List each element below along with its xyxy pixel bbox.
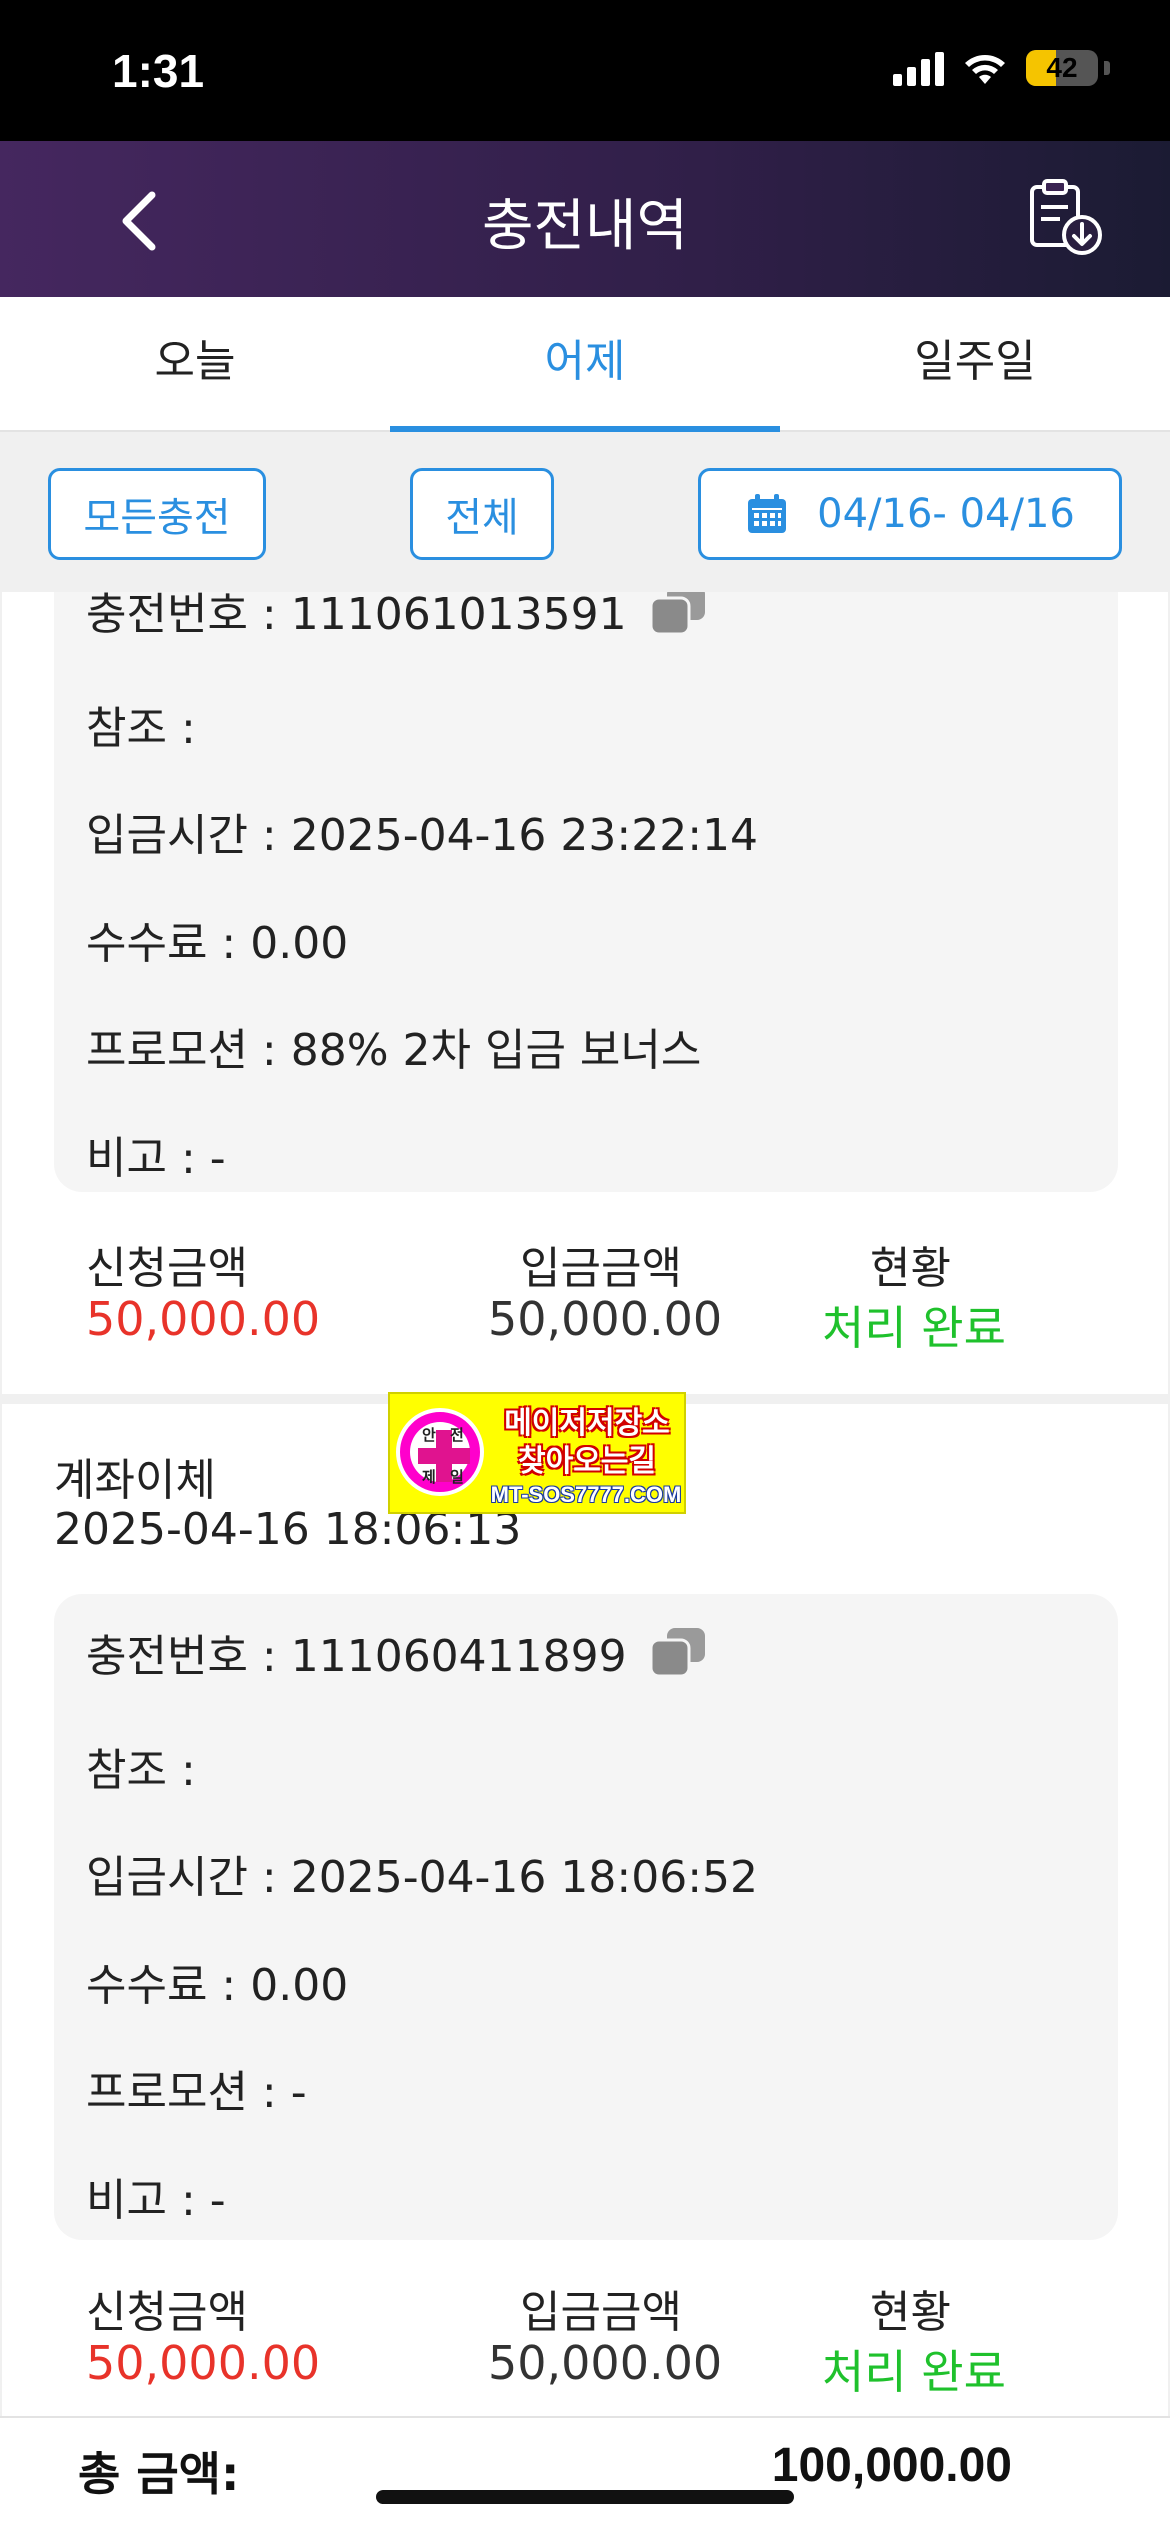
home-indicator[interactable] <box>376 2490 794 2504</box>
banner-logo-char: 안 <box>422 1426 436 1444</box>
banner-logo: 안 전 제 일 <box>396 1408 484 1496</box>
clipboard-download-icon <box>1030 179 1102 255</box>
status-filter-label: 전체 <box>445 495 519 541</box>
status-value: 처리 완료 <box>822 1301 1006 1355</box>
date-range-label: 04/16- 04/16 <box>817 491 1075 537</box>
overlay-banner[interactable]: 안 전 제 일 메이저저장소 찾아오는길 MT-SOS7777.COM <box>388 1392 686 1514</box>
reference: 참조 : <box>86 1745 196 1796</box>
tab-yesterday[interactable]: 어제 <box>390 297 780 432</box>
request-amount-label: 신청금액 <box>86 2287 248 2338</box>
request-amount-value: 50,000.00 <box>86 2336 321 2390</box>
copy-icon[interactable] <box>647 1626 707 1678</box>
total-value: 100,000.00 <box>771 2439 1012 2492</box>
date-range-picker[interactable]: 04/16- 04/16 <box>698 468 1122 560</box>
charge-number: 충전번호 : 111061013591 <box>86 592 707 642</box>
tab-today[interactable]: 오늘 <box>0 297 390 430</box>
battery-level: 42 <box>1046 52 1078 83</box>
promotion: 프로모션 : - <box>86 2067 307 2118</box>
charge-record: 계좌이체 2025-04-16 18:06:13 충전번호 : 11106041… <box>2 1404 1168 2416</box>
calendar-icon <box>748 494 787 533</box>
note: 비고 : - <box>86 1133 226 1184</box>
copy-icon[interactable] <box>647 592 707 636</box>
banner-logo-char: 제 <box>422 1468 436 1486</box>
banner-logo-char: 전 <box>450 1426 464 1444</box>
deposit-time: 입금시간 : 2025-04-16 23:22:14 <box>86 810 759 861</box>
record-details: 충전번호 : 111061013591 참조 : 입금시간 : 2025-04-… <box>54 592 1118 1192</box>
fee: 수수료 : 0.00 <box>86 918 349 969</box>
deposit-amount-label: 입금금액 <box>520 1243 682 1294</box>
battery-icon: 42 <box>1026 50 1098 86</box>
filter-bar: 모든충전 전체 04/16- 04/16 <box>0 432 1170 592</box>
status-filter[interactable]: 전체 <box>410 468 554 560</box>
battery-tip <box>1104 61 1110 75</box>
total-bar: 총 금액: 100,000.00 <box>0 2416 1170 2532</box>
reference: 참조 : <box>86 703 196 754</box>
charge-record: 충전번호 : 111061013591 참조 : 입금시간 : 2025-04-… <box>2 592 1168 1394</box>
status-icons: 42 <box>893 50 1110 86</box>
period-tabs: 오늘 어제 일주일 <box>0 297 1170 432</box>
charge-number: 충전번호 : 111060411899 <box>86 1620 707 1684</box>
status-label: 현황 <box>870 2287 951 2338</box>
charge-type-filter[interactable]: 모든충전 <box>48 468 266 560</box>
status-label: 현황 <box>870 1243 951 1294</box>
tab-week[interactable]: 일주일 <box>780 297 1170 430</box>
total-label: 총 금액: <box>78 2447 240 2501</box>
app-header: 충전내역 <box>0 141 1170 297</box>
cellular-signal-icon <box>893 50 944 86</box>
deposit-time: 입금시간 : 2025-04-16 18:06:52 <box>86 1852 759 1903</box>
charge-type-label: 모든충전 <box>83 495 231 541</box>
status-time: 1:31 <box>112 45 205 97</box>
banner-url: MT-SOS7777.COM <box>490 1482 682 1507</box>
note: 비고 : - <box>86 2175 226 2226</box>
export-button[interactable] <box>1024 175 1110 261</box>
banner-line2: 찾아오는길 <box>518 1444 656 1479</box>
fee: 수수료 : 0.00 <box>86 1960 349 2011</box>
record-details: 충전번호 : 111060411899 참조 : 입금시간 : 2025-04-… <box>54 1594 1118 2240</box>
banner-logo-char: 일 <box>450 1468 464 1486</box>
status-bar: 1:31 42 <box>0 0 1170 141</box>
status-value: 처리 완료 <box>822 2345 1006 2399</box>
request-amount-value: 50,000.00 <box>86 1292 321 1346</box>
deposit-amount-value: 50,000.00 <box>488 1292 723 1346</box>
promotion: 프로모션 : 88% 2차 입금 보너스 <box>86 1025 702 1076</box>
request-amount-label: 신청금액 <box>86 1243 248 1294</box>
deposit-amount-label: 입금금액 <box>520 2287 682 2338</box>
page-title: 충전내역 <box>481 194 689 259</box>
payment-method: 계좌이체 <box>54 1455 216 1506</box>
wifi-icon <box>965 55 1005 84</box>
deposit-amount-value: 50,000.00 <box>488 2336 723 2390</box>
